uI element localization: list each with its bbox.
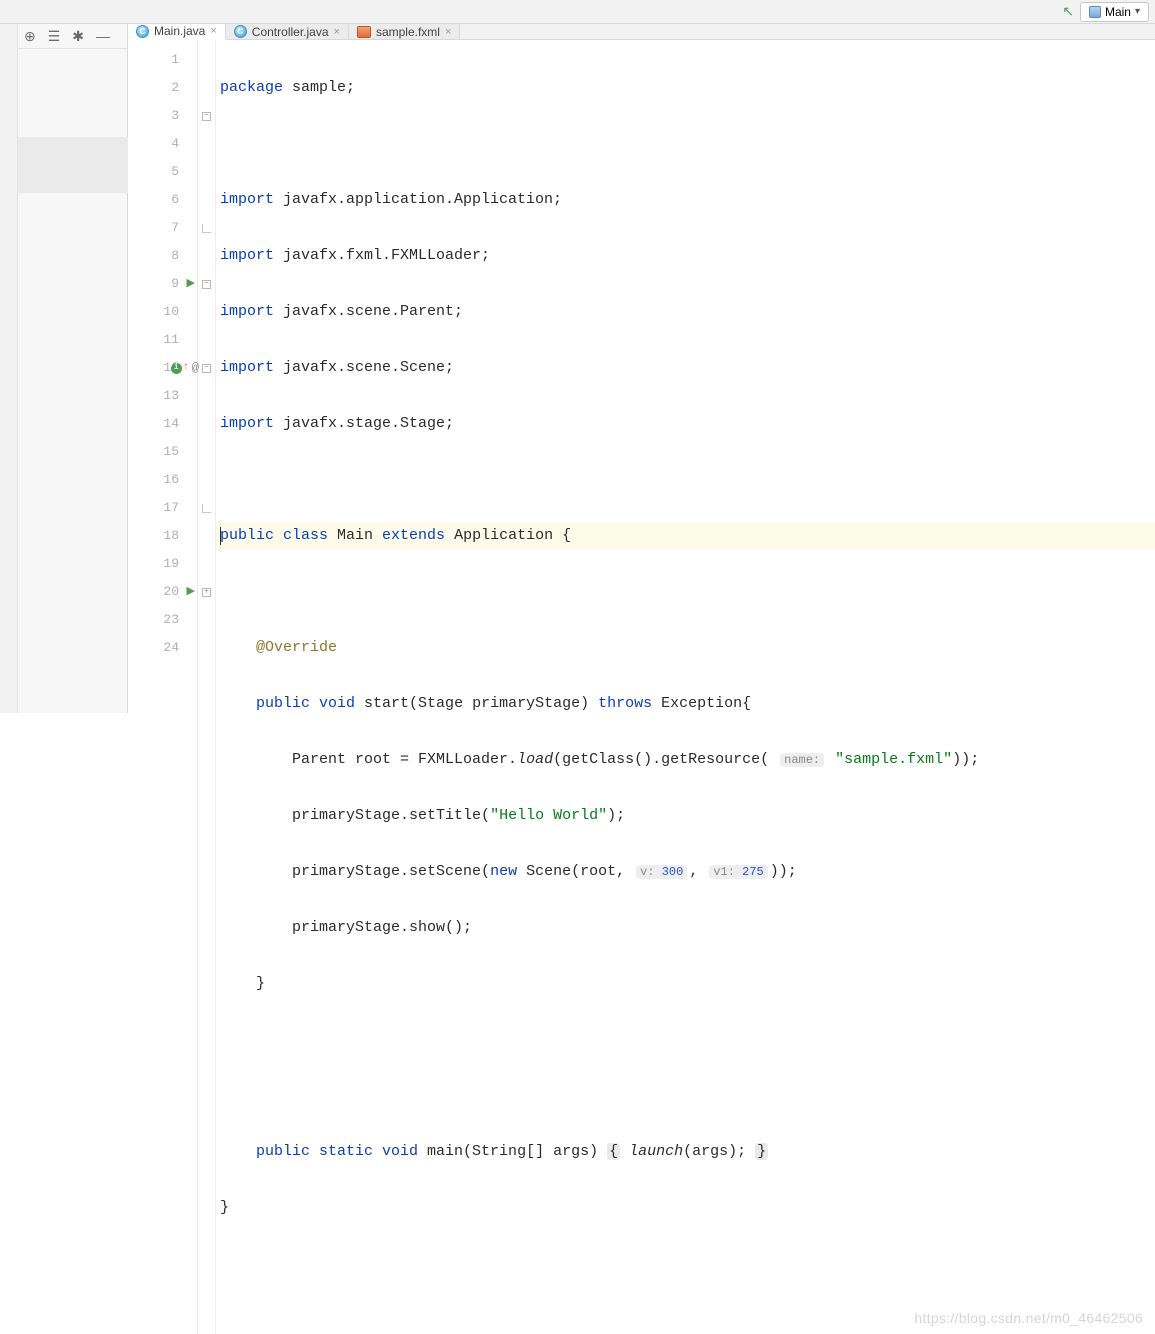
override-gutter-icon[interactable]: i↑@ [171,354,199,382]
build-icon[interactable]: ↖ [1062,3,1074,20]
line-number: 16 [163,466,179,494]
editor-tab-bar: C Main.java × C Controller.java × sample… [128,24,1155,40]
fold-end-icon [202,504,211,513]
tab-label: Main.java [154,24,205,38]
current-line: public class Main extends Application { [216,522,1155,550]
line-number: 14 [163,410,179,438]
window-toolbar: ↖ Main ▾ [0,0,1155,24]
line-number: 5 [171,158,179,186]
structure-action-3[interactable]: ✱ [72,28,84,45]
chevron-down-icon: ▾ [1135,6,1140,17]
fold-toggle-icon[interactable]: − [202,112,211,121]
line-number: 10 [163,298,179,326]
editor-area: C Main.java × C Controller.java × sample… [128,24,1155,713]
tab-label: sample.fxml [376,25,440,39]
editor-gutter[interactable]: 1 2 3 4 5 6 7 8 9▶ 10 11 12 i↑@ 13 14 15 [128,40,198,1334]
tab-controller-java[interactable]: C Controller.java × [226,24,349,39]
structure-action-1[interactable]: ⊕ [24,28,36,45]
structure-action-4[interactable]: — [96,28,110,44]
fold-end-icon [202,224,211,233]
line-number: 2 [171,74,179,102]
close-icon[interactable]: × [445,26,451,38]
structure-placeholder [18,137,128,193]
application-icon [1089,6,1101,18]
structure-action-2[interactable]: ☰ [48,28,61,45]
code-editor[interactable]: package sample; import javafx.applicatio… [216,40,1155,1334]
structure-toolbar: ⊕ ☰ ✱ — [18,24,127,49]
line-number: 20 [163,578,179,606]
line-number: 8 [171,242,179,270]
fold-toggle-icon[interactable]: − [202,280,211,289]
line-number: 7 [171,214,179,242]
line-number: 3 [171,102,179,130]
close-icon[interactable]: × [334,26,340,38]
line-number: 24 [163,634,179,662]
tab-sample-fxml[interactable]: sample.fxml × [349,24,460,39]
line-number: 6 [171,186,179,214]
run-gutter-icon[interactable]: ▶ [187,578,195,606]
class-icon: C [136,25,149,38]
run-gutter-icon[interactable]: ▶ [187,270,195,298]
line-number: 4 [171,130,179,158]
run-config-selector[interactable]: Main ▾ [1080,2,1149,22]
close-icon[interactable]: × [210,25,216,37]
tab-main-java[interactable]: C Main.java × [128,24,226,40]
line-number: 17 [163,494,179,522]
fold-toggle-icon[interactable]: − [202,364,211,373]
tab-label: Controller.java [252,25,329,39]
line-number: 23 [163,606,179,634]
param-hint: v: 300 [636,865,687,879]
param-hint: name: [780,753,824,767]
editor-body[interactable]: 1 2 3 4 5 6 7 8 9▶ 10 11 12 i↑@ 13 14 15 [128,40,1155,1334]
fold-toggle-icon[interactable]: + [202,588,211,597]
line-number: 11 [163,326,179,354]
watermark-text: https://blog.csdn.net/m0_46462506 [914,1310,1143,1326]
caret [220,527,221,545]
line-number: 18 [163,522,179,550]
left-toolstrip[interactable] [0,24,18,713]
fold-column[interactable]: − − − + [198,40,216,1334]
line-number: 1 [171,46,179,74]
run-config-label: Main [1105,5,1131,19]
line-number: 9 [171,270,179,298]
class-icon: C [234,25,247,38]
structure-toolwindow: ⊕ ☰ ✱ — [18,24,128,713]
line-number: 19 [163,550,179,578]
main-row: ⊕ ☰ ✱ — C Main.java × C Controller.java … [0,24,1155,713]
fxml-icon [357,26,371,38]
structure-body[interactable] [18,49,127,713]
line-number: 15 [163,438,179,466]
line-number: 13 [163,382,179,410]
param-hint: v1: 275 [709,865,767,879]
